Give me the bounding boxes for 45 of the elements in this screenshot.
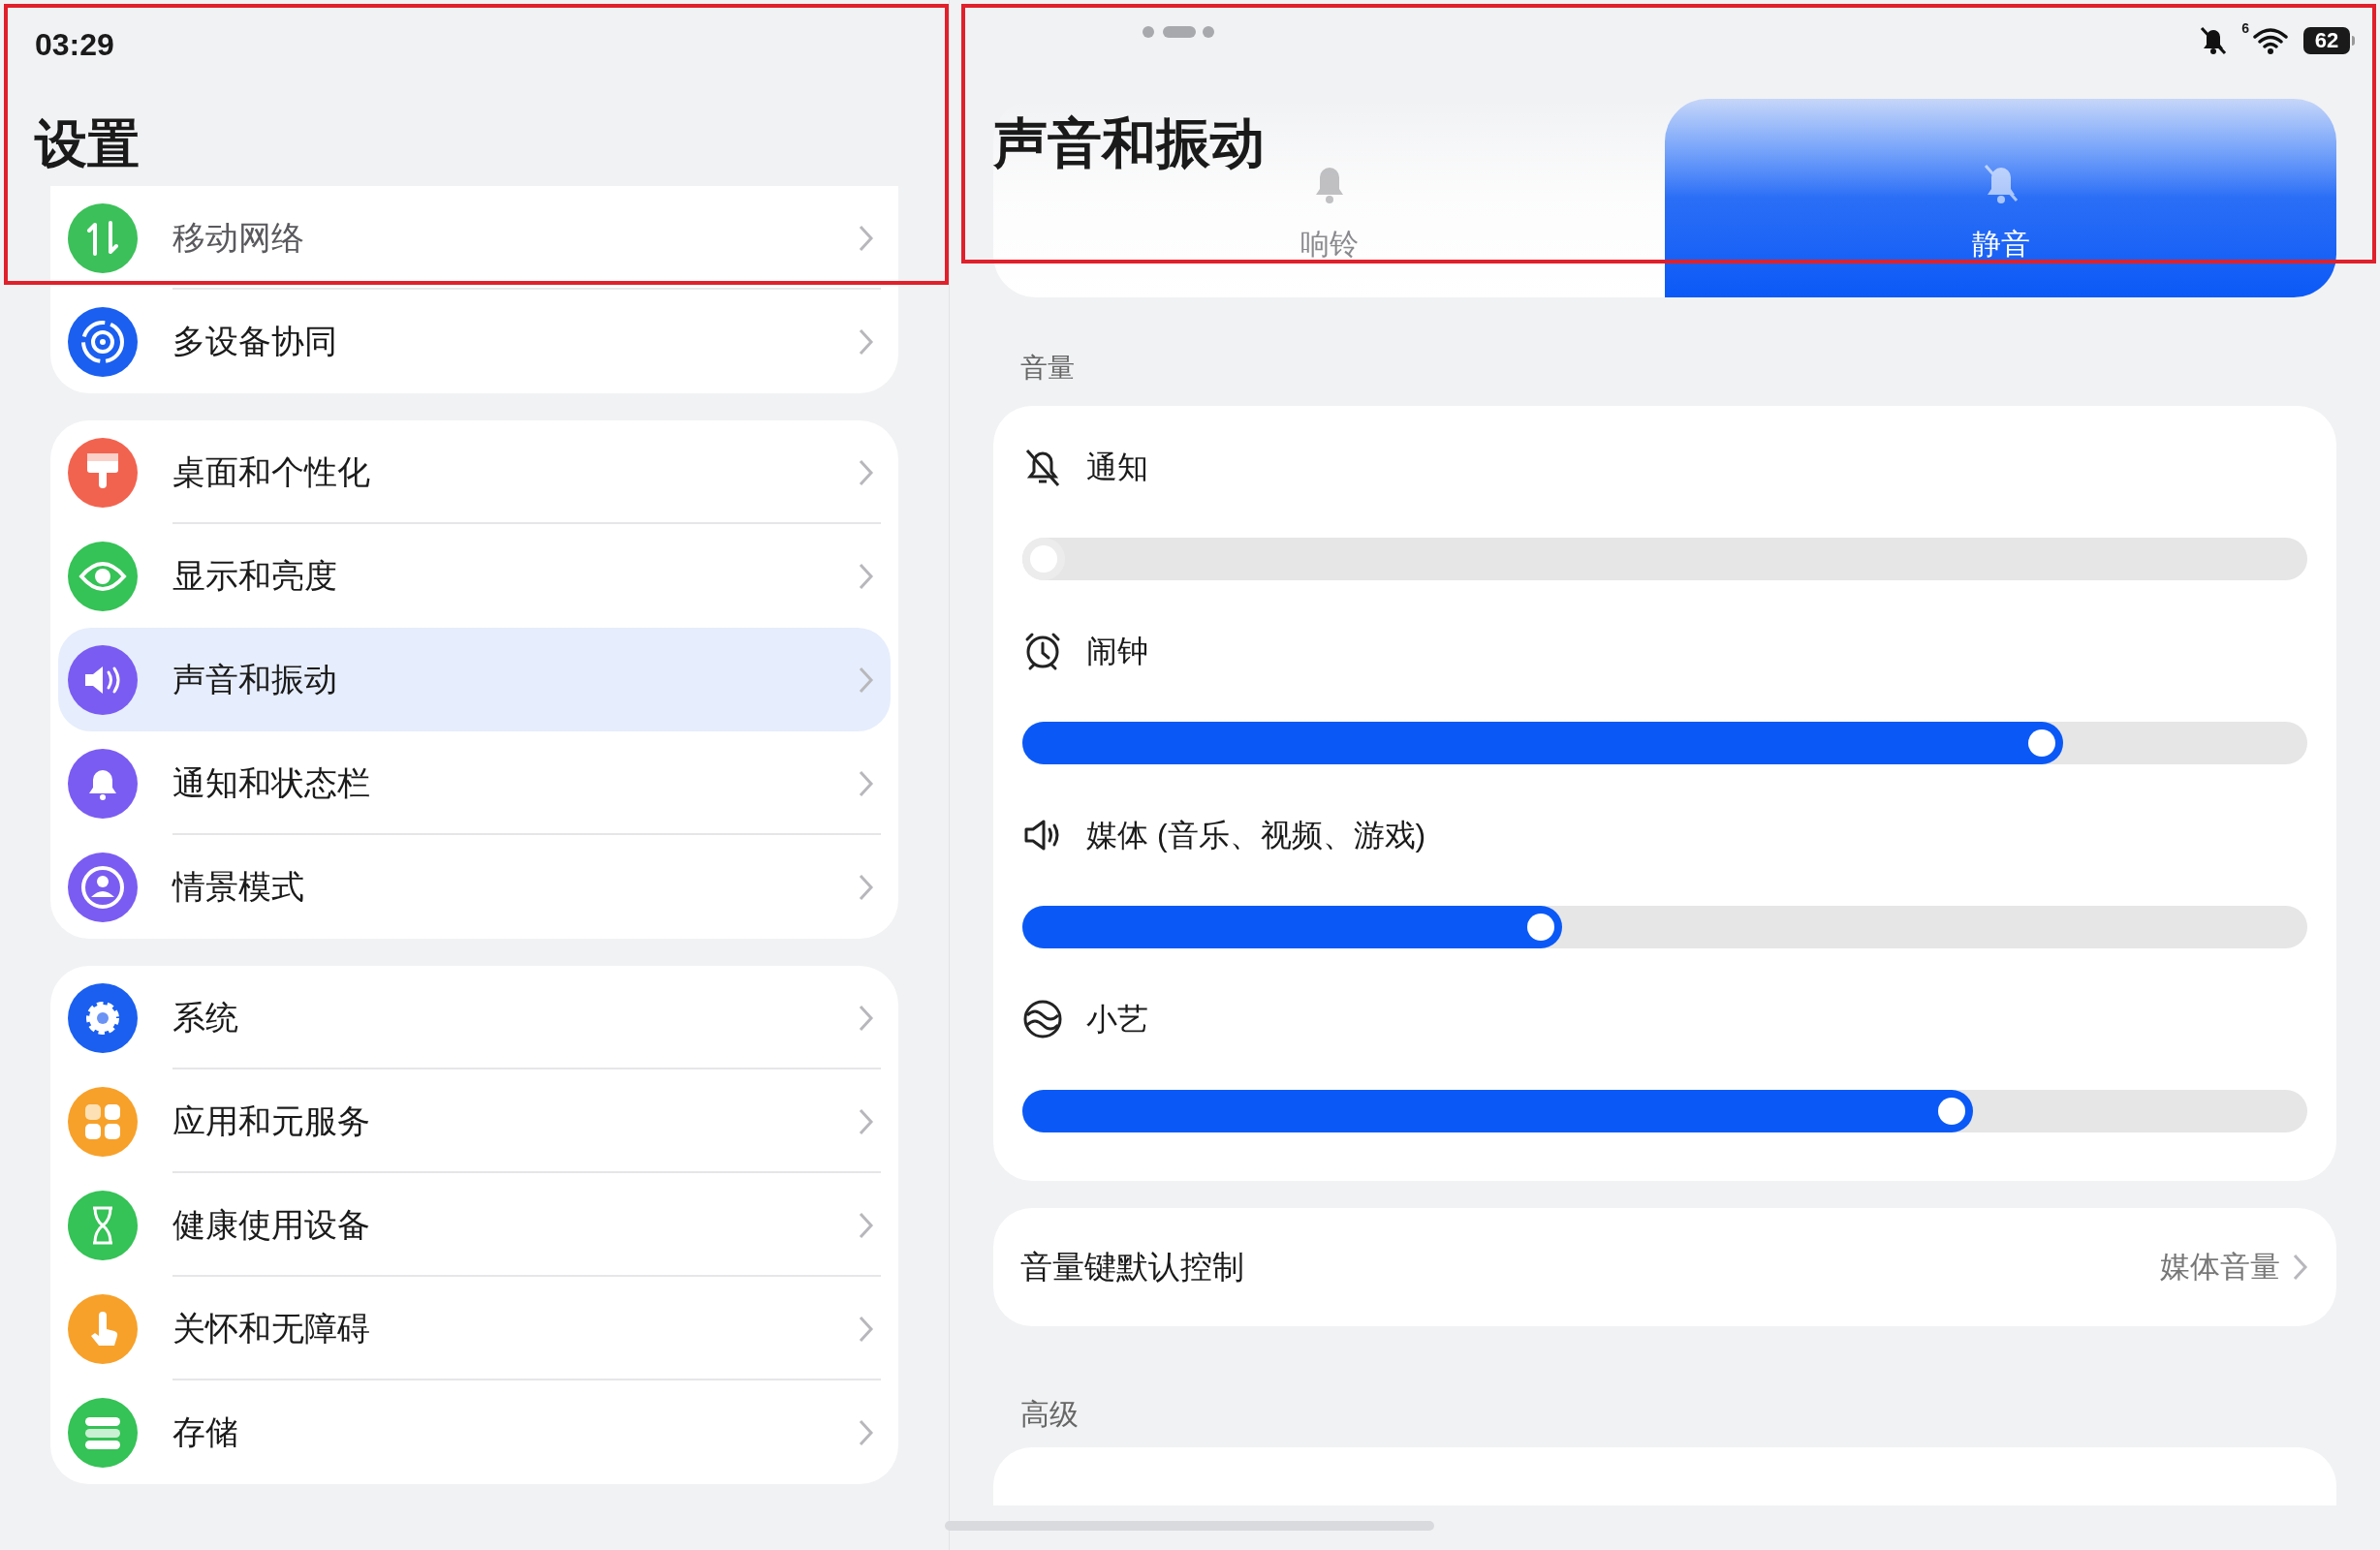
network-label: 6 [2241,21,2249,35]
item-label: 通知和状态栏 [172,763,371,803]
settings-item[interactable]: 通知和状态栏 [58,731,891,835]
volume-slider[interactable] [1022,722,2307,764]
settings-item[interactable]: 情景模式 [58,835,891,939]
item-label: 移动网络 [172,218,305,258]
page-title: 声音和振动 [993,111,1265,175]
settings-item[interactable]: 多设备协同 [58,290,891,393]
settings-item[interactable]: 系统 [58,966,891,1070]
item-label: 桌面和个性化 [172,452,371,492]
status-time: 03:29 [35,26,114,64]
settings-item[interactable]: 移动网络 [58,186,891,290]
settings-item[interactable]: 桌面和个性化 [58,420,891,524]
settings-item[interactable]: 存储 [58,1380,891,1484]
page-title: 设置 [35,113,140,174]
item-label: 多设备协同 [172,322,338,361]
row-label: 音量键默认控制 [1020,1248,1245,1287]
item-label: 系统 [172,998,239,1038]
item-label: 关怀和无障碍 [172,1309,371,1348]
settings-item[interactable]: 声音和振动 [58,628,891,731]
window-handle-icon[interactable] [1142,25,1215,39]
item-label: 声音和振动 [172,660,338,699]
row-value: 媒体音量 [2160,1248,2280,1286]
default-control-row[interactable]: 音量键默认控制 媒体音量 [993,1208,2336,1326]
item-label: 显示和亮度 [172,556,338,596]
wifi-icon [2251,25,2290,56]
channel-label: 小艺 [1086,1001,1148,1038]
channel-label: 通知 [1086,449,1148,486]
settings-item[interactable]: 应用和元服务 [58,1070,891,1173]
settings-item[interactable]: 关怀和无障碍 [58,1277,891,1380]
settings-item[interactable]: 健康使用设备 [58,1173,891,1277]
section-heading: 音量 [1020,352,1076,385]
item-label: 存储 [172,1412,239,1452]
volume-slider[interactable] [1022,906,2307,948]
mute-icon [2199,25,2229,56]
channel-label: 媒体 (音乐、视频、游戏) [1086,817,1426,854]
item-label: 应用和元服务 [172,1101,371,1141]
volume-slider[interactable] [1022,1090,2307,1132]
wave-circle-icon [1022,998,1063,1040]
mode-tab[interactable]: 静音 [1665,99,2336,297]
item-label: 情景模式 [172,867,305,907]
settings-item[interactable]: 显示和亮度 [58,524,891,628]
section-heading: 高级 [1020,1397,1080,1432]
channel-label: 闹钟 [1086,633,1148,670]
item-label: 健康使用设备 [172,1205,371,1245]
